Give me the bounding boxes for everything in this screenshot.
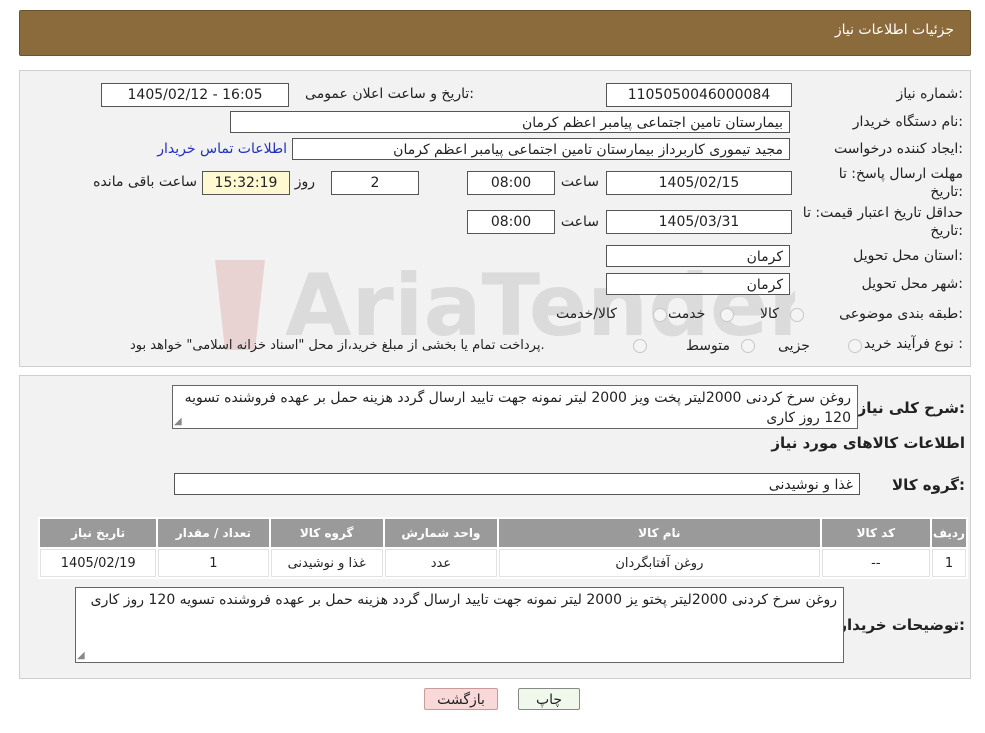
city-label: شهر محل تحویل: [861,276,963,292]
resize-grip-icon[interactable]: ◢ [174,416,182,427]
deadline-label-date: تاریخ: [930,184,963,200]
buyer-org-field: بیمارستان تامین اجتماعی پیامبر اعظم کرما… [230,111,790,133]
process-radio-medium[interactable] [741,339,755,353]
col-unit: واحد شمارش [384,519,498,547]
col-row: ردیف [931,519,966,547]
category-radio-service[interactable] [720,308,734,322]
goods-table: ردیف کد کالا نام کالا واحد شمارش گروه کا… [38,517,968,579]
description-label: شرح کلی نیاز: [857,399,965,417]
goods-group-field: غذا و نوشیدنی [174,473,860,495]
process-label: نوع فرآیند خرید : [864,336,963,352]
validity-time-label: ساعت [560,214,599,230]
category-option-goods-service: کالا/خدمت [556,306,617,322]
col-quantity: تعداد / مقدار [158,519,269,547]
goods-section-title: اطلاعات کالاهای مورد نیاز [771,434,965,452]
cell-quantity: 1 [158,549,269,577]
announce-label: تاریخ و ساعت اعلان عمومی: [305,86,474,102]
cell-unit: عدد [384,549,498,577]
need-number-label: شماره نیاز: [896,86,963,102]
requester-field: مجید تیموری کاربرداز بیمارستان تامین اجت… [292,138,790,160]
remaining-label: ساعت باقی مانده [93,174,197,190]
goods-group-label: گروه کالا: [892,476,965,494]
category-label: طبقه بندی موضوعی: [839,306,963,322]
remaining-time-field: 15:32:19 [202,171,290,195]
col-need-date: تاریخ نیاز [40,519,157,547]
announce-datetime-field: 1405/02/12 - 16:05 [101,83,289,107]
city-field: کرمان [606,273,790,295]
description-textarea[interactable]: روغن سرخ کردنی 2000لیتر پخت ویز 2000 لیت… [172,385,858,429]
table-row: 1 -- روغن آفتابگردان عدد غذا و نوشیدنی 1… [40,549,966,577]
validity-date-field: 1405/03/31 [606,210,792,234]
deadline-time-label: ساعت [560,174,599,190]
cell-need-date: 1405/02/19 [40,549,157,577]
province-label: استان محل تحویل: [853,248,963,264]
buyer-contact-link[interactable]: اطلاعات تماس خریدار [157,141,287,157]
print-button[interactable]: چاپ [518,688,580,710]
col-name: نام کالا [499,519,820,547]
back-button[interactable]: بازگشت [424,688,498,710]
process-option-minor: جزیی [778,338,810,354]
resize-grip-icon[interactable]: ◢ [77,650,85,661]
province-field: کرمان [606,245,790,267]
buyer-org-label: نام دستگاه خریدار: [852,114,963,130]
days-field: 2 [331,171,419,195]
watermark-shield-icon [215,260,265,350]
col-code: کد کالا [821,519,930,547]
deadline-time-field: 08:00 [467,171,555,195]
buyer-notes-label: توضیحات خریدار: [838,616,965,634]
cell-group: غذا و نوشیدنی [270,549,383,577]
process-radio-treasury[interactable] [633,339,647,353]
requester-label: ایجاد کننده درخواست: [834,141,963,157]
process-note: پرداخت تمام یا بخشی از مبلغ خرید،از محل … [130,338,545,353]
category-radio-goods[interactable] [790,308,804,322]
page-header: جزئیات اطلاعات نیاز [19,10,971,56]
process-radio-minor[interactable] [848,339,862,353]
validity-label: حداقل تاریخ اعتبار قیمت: تا [802,205,963,221]
cell-code: -- [821,549,930,577]
validity-time-field: 08:00 [467,210,555,234]
category-option-goods: کالا [760,306,779,322]
cell-row: 1 [931,549,966,577]
page-title: جزئیات اطلاعات نیاز [834,22,954,38]
need-number-field: 1105050046000084 [606,83,792,107]
deadline-date-field: 1405/02/15 [606,171,792,195]
goods-table-header: ردیف کد کالا نام کالا واحد شمارش گروه کا… [40,519,966,547]
deadline-label: مهلت ارسال پاسخ: تا [838,166,963,182]
buyer-notes-textarea[interactable]: روغن سرخ کردنی 2000لیتر پختو یز 2000 لیت… [75,587,844,663]
col-group: گروه کالا [270,519,383,547]
process-option-medium: متوسط [686,338,730,354]
cell-name: روغن آفتابگردان [499,549,820,577]
category-option-service: خدمت [668,306,706,322]
category-radio-goods-service[interactable] [653,308,667,322]
validity-label-date: تاریخ: [930,223,963,239]
